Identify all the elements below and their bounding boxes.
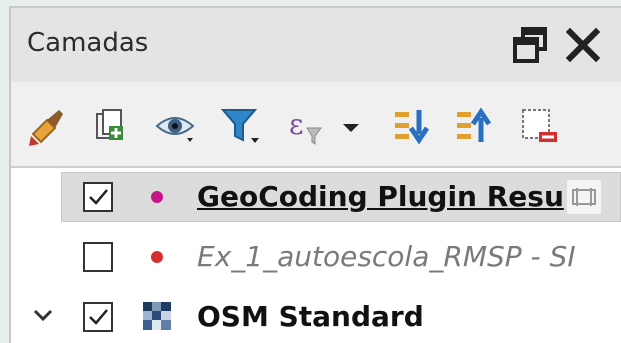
layer-symbol-dot — [151, 251, 163, 263]
chevron-down-icon — [343, 124, 359, 132]
expression-filter-button[interactable]: ε — [285, 104, 329, 148]
check-icon — [89, 189, 108, 205]
float-panel-button[interactable] — [511, 25, 551, 65]
layer-label: GeoCoding Plugin Resu — [197, 180, 564, 213]
style-brush-icon — [29, 110, 63, 146]
layer-tree: GeoCoding Plugin Resu Ex_1_autoescola_RM… — [11, 166, 621, 343]
layers-toolbar: ε — [11, 82, 621, 166]
close-icon — [565, 27, 601, 63]
expand-all-icon — [395, 110, 430, 145]
expand-toggle[interactable] — [31, 303, 55, 327]
panel-title: Camadas — [27, 28, 149, 58]
filter-legend-icon — [220, 109, 259, 143]
layer-visibility-checkbox[interactable] — [83, 182, 113, 212]
filter-legend-button[interactable] — [219, 104, 263, 148]
collapse-all-button[interactable] — [453, 104, 497, 148]
add-group-button[interactable] — [87, 104, 131, 148]
layer-label: OSM Standard — [197, 300, 424, 333]
layers-panel: Camadas ε GeoCoding Plugin Resu Ex_1_aut… — [9, 6, 621, 343]
visibility-eye-icon — [155, 117, 195, 142]
layer-row-geocoding[interactable]: GeoCoding Plugin Resu — [11, 168, 621, 226]
panel-titlebar: Camadas — [11, 8, 621, 82]
layer-symbol-dot — [151, 191, 163, 203]
expand-all-button[interactable] — [391, 104, 435, 148]
check-icon — [89, 309, 108, 325]
collapse-all-icon — [457, 107, 492, 142]
style-manager-button[interactable] — [25, 104, 69, 148]
layer-label: Ex_1_autoescola_RMSP - SI — [197, 240, 576, 273]
float-window-icon — [513, 27, 547, 63]
layer-row-autoescola[interactable]: Ex_1_autoescola_RMSP - SI — [11, 228, 621, 286]
layer-visibility-checkbox[interactable] — [83, 242, 113, 272]
layer-visibility-checkbox[interactable] — [83, 302, 113, 332]
embedded-layer-icon — [572, 188, 596, 206]
remove-layer-icon — [522, 109, 557, 142]
svg-text:ε: ε — [289, 108, 304, 141]
chevron-down-icon — [33, 309, 53, 322]
expression-filter-icon: ε — [289, 108, 322, 145]
expression-filter-dropdown[interactable] — [339, 104, 363, 148]
remove-layer-button[interactable] — [517, 104, 561, 148]
close-panel-button[interactable] — [563, 25, 603, 65]
add-group-icon — [96, 109, 123, 140]
visibility-button[interactable] — [153, 104, 197, 148]
layer-indicator[interactable] — [567, 180, 601, 214]
raster-layer-icon — [143, 302, 171, 330]
layer-row-osm[interactable]: OSM Standard — [11, 288, 621, 343]
